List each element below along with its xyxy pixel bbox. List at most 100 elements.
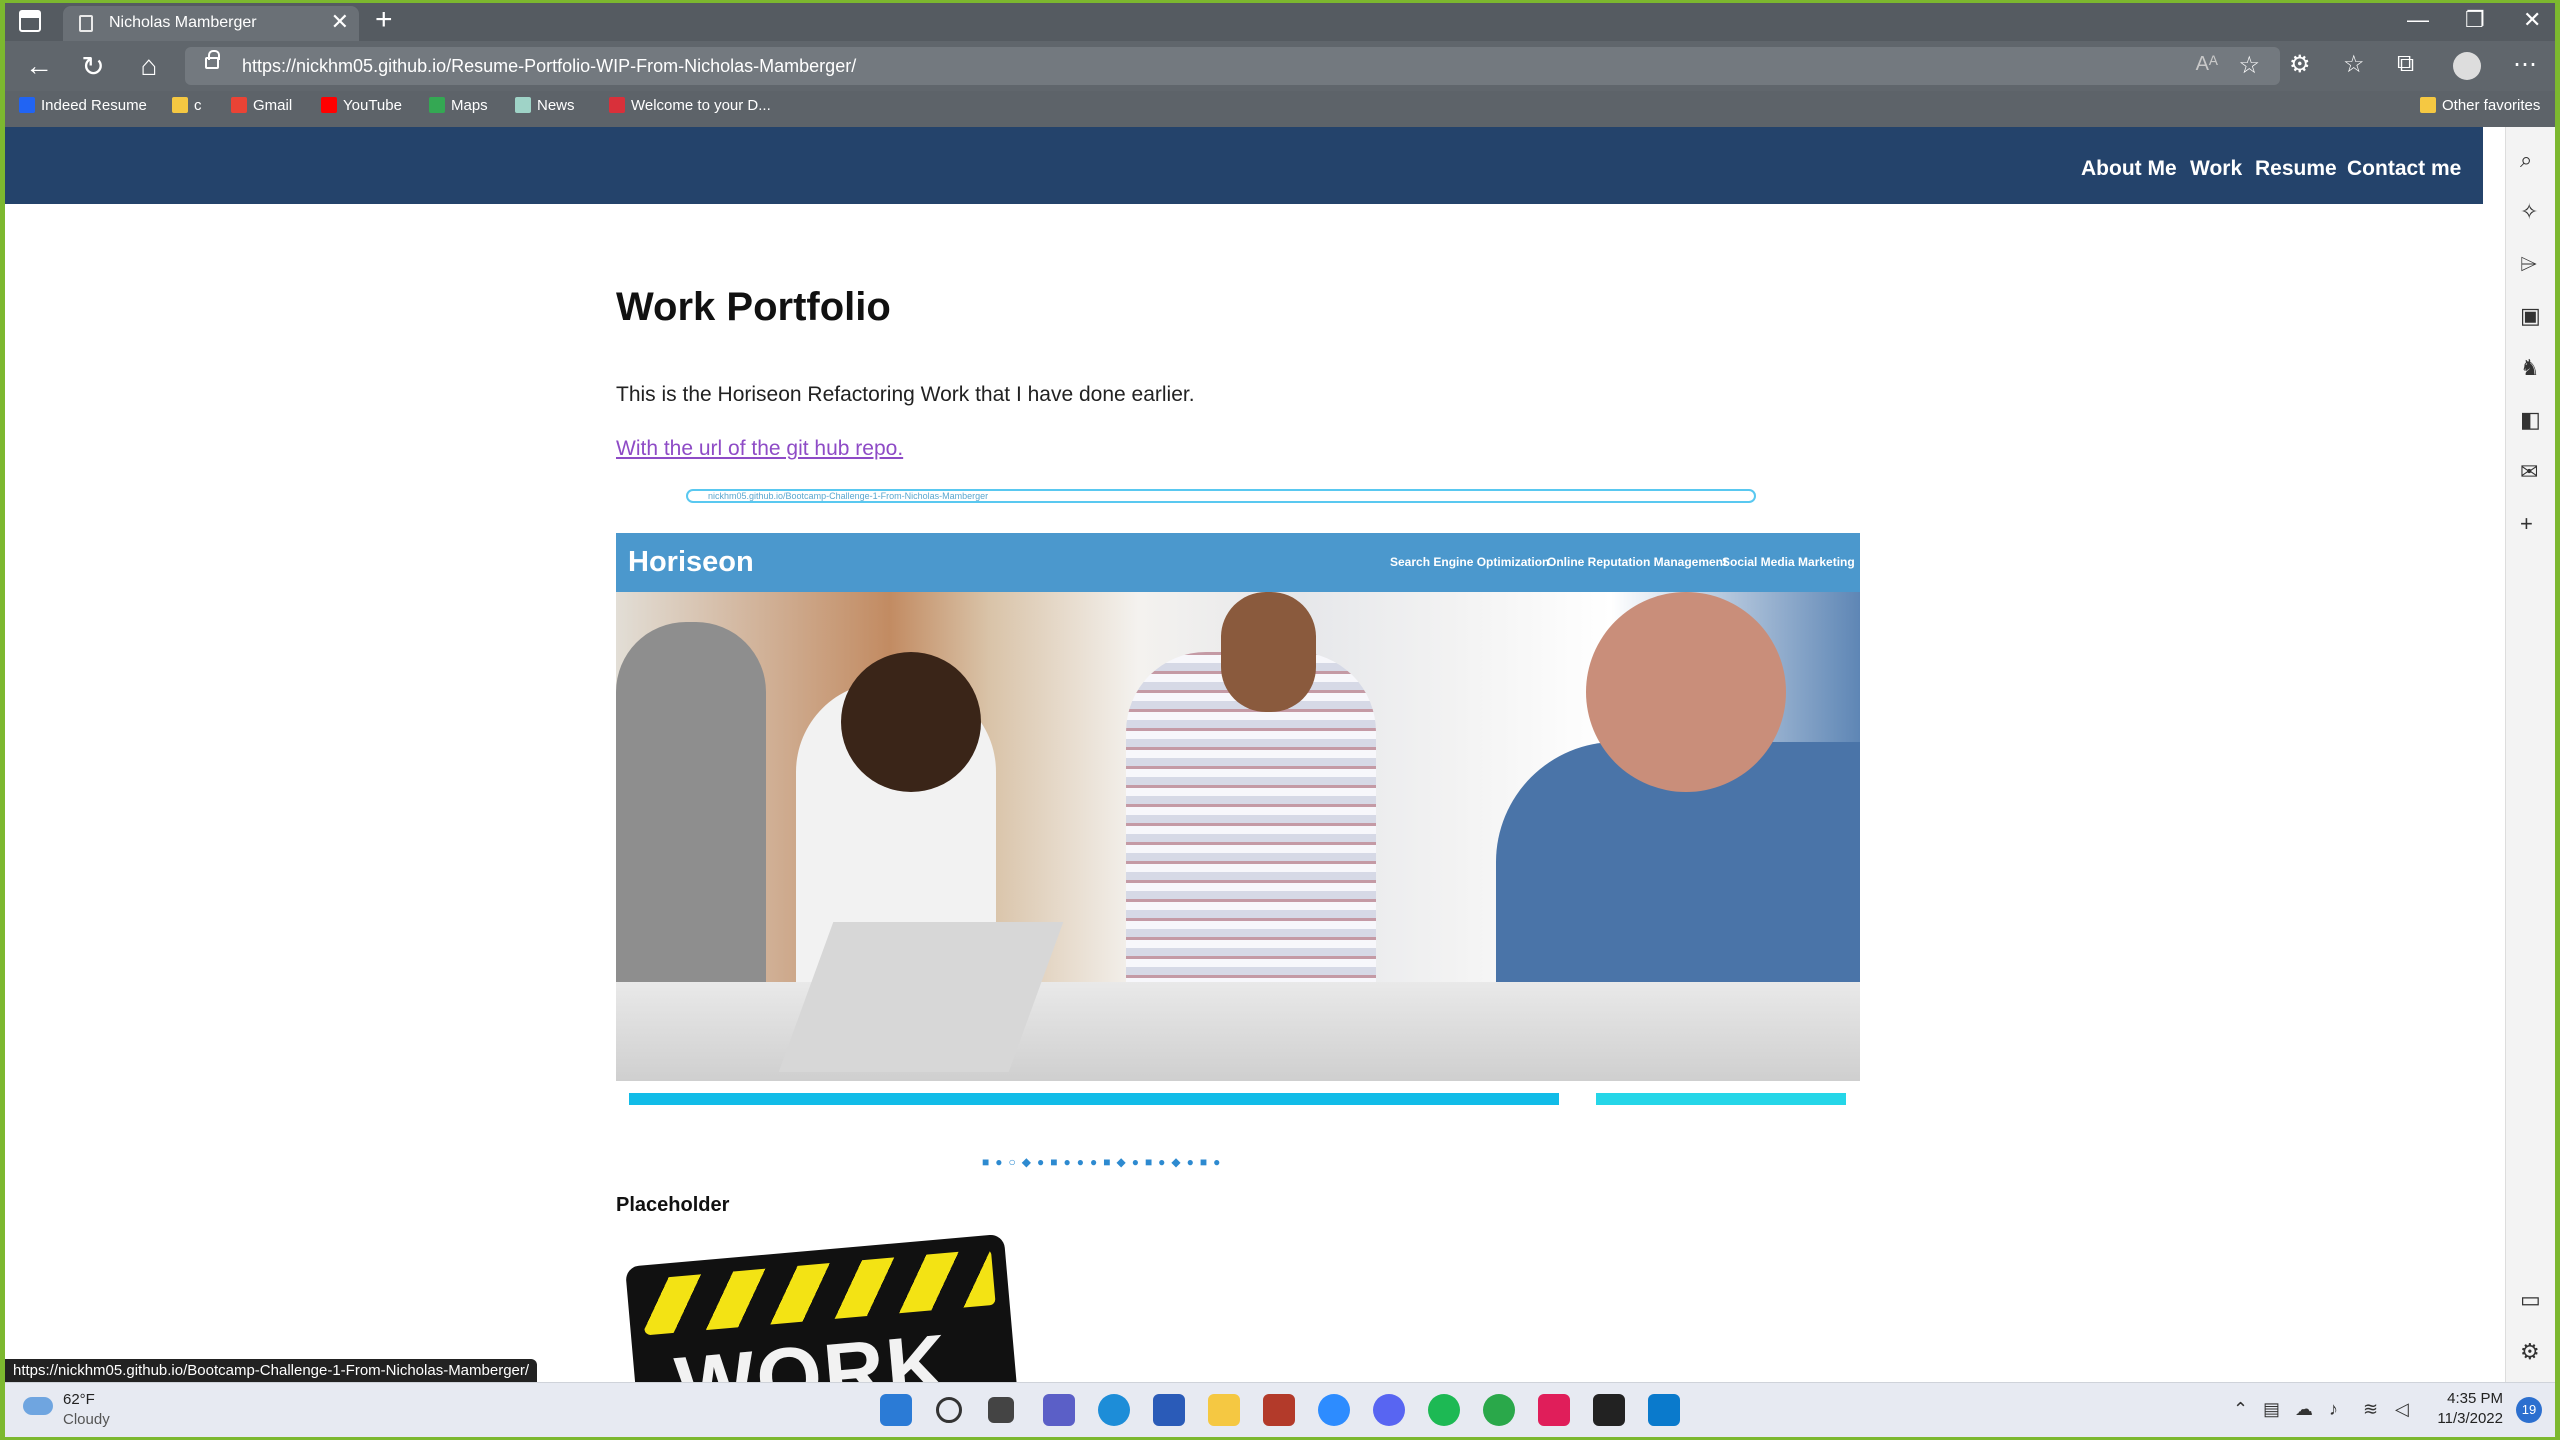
discord-icon[interactable] bbox=[1373, 1394, 1405, 1426]
home-button[interactable]: ⌂ bbox=[131, 50, 167, 82]
refresh-button[interactable]: ↻ bbox=[75, 50, 111, 83]
shopping-tag-icon[interactable]: ⌲ bbox=[2520, 251, 2537, 277]
bookmark-youtube[interactable]: YouTube bbox=[321, 97, 402, 114]
cloud-icon bbox=[23, 1397, 53, 1415]
work-clapboard-image: WORK bbox=[623, 1230, 1023, 1382]
welcome-icon bbox=[609, 97, 625, 113]
onedrive-icon[interactable]: ☁ bbox=[2295, 1399, 2313, 1420]
nav-contact-me[interactable]: Contact me bbox=[2347, 157, 2461, 181]
read-aloud-icon[interactable]: Aᴬ bbox=[2196, 53, 2218, 76]
bookmark-indeed[interactable]: Indeed Resume bbox=[19, 97, 147, 114]
show-hidden-icons[interactable]: ⌃ bbox=[2233, 1399, 2248, 1420]
tab-actions-icon[interactable] bbox=[19, 10, 41, 32]
weather-condition: Cloudy bbox=[63, 1411, 110, 1428]
add-icon[interactable]: + bbox=[2520, 511, 2533, 537]
notification-badge[interactable]: 19 bbox=[2516, 1397, 2542, 1423]
folder-icon bbox=[2420, 97, 2436, 113]
news-icon bbox=[515, 97, 531, 113]
horiseon-menu-item: Social Media Marketing bbox=[1722, 555, 1855, 569]
bookmark-folder-c[interactable]: c bbox=[172, 97, 202, 114]
office-meeting-photo bbox=[616, 592, 1860, 1081]
profile-avatar[interactable] bbox=[2453, 52, 2481, 80]
restore-button[interactable]: ❐ bbox=[2465, 7, 2485, 33]
close-window-button[interactable]: ✕ bbox=[2523, 7, 2541, 33]
url-text[interactable]: https://nickhm05.github.io/Resume-Portfo… bbox=[242, 56, 856, 77]
back-button[interactable]: ← bbox=[21, 50, 57, 82]
site-navbar: About Me Work Resume Contact me bbox=[5, 127, 2483, 204]
collections-icon[interactable]: ⧉ bbox=[2397, 50, 2414, 78]
terminal-icon[interactable] bbox=[1593, 1394, 1625, 1426]
nav-resume[interactable]: Resume bbox=[2255, 157, 2337, 181]
clapboard: WORK bbox=[625, 1233, 1021, 1382]
placeholder-heading: Placeholder bbox=[616, 1194, 730, 1216]
nav-work[interactable]: Work bbox=[2190, 157, 2242, 181]
store-icon[interactable] bbox=[1153, 1394, 1185, 1426]
wifi-icon[interactable]: ≋ bbox=[2363, 1399, 2378, 1420]
favorites-bar: Indeed Resume c Gmail YouTube Maps News … bbox=[5, 91, 2555, 127]
add-favorite-icon[interactable]: ☆ bbox=[2238, 51, 2260, 80]
slack-icon[interactable] bbox=[1538, 1394, 1570, 1426]
bookmark-news[interactable]: News bbox=[515, 97, 575, 114]
page-title: Work Portfolio bbox=[616, 285, 891, 329]
cyan-bar bbox=[1596, 1093, 1846, 1105]
bookmark-other-favorites[interactable]: Other favorites bbox=[2420, 97, 2540, 114]
horiseon-screenshot[interactable]: nickhm05.github.io/Bootcamp-Challenge-1-… bbox=[616, 472, 1860, 1172]
edge-icon[interactable] bbox=[1098, 1394, 1130, 1426]
microphone-icon[interactable]: ♪ bbox=[2329, 1399, 2338, 1420]
web-page: About Me Work Resume Contact me Work Por… bbox=[5, 127, 2505, 1382]
outlook-icon[interactable]: ✉ bbox=[2520, 459, 2538, 485]
nav-about-me[interactable]: About Me bbox=[2081, 157, 2177, 181]
clock-date: 11/3/2022 bbox=[2437, 1410, 2503, 1427]
favorites-icon[interactable]: ☆ bbox=[2343, 50, 2365, 79]
spotify-icon[interactable] bbox=[1428, 1394, 1460, 1426]
windows-taskbar: 62°F Cloudy ⌃ ▤ ☁ ♪ ≋ ◁ 4:35 PM 11/3/202… bbox=[5, 1382, 2555, 1437]
minimize-button[interactable]: — bbox=[2407, 7, 2429, 33]
start-menu-icon[interactable] bbox=[880, 1394, 912, 1426]
repo-link[interactable]: With the url of the git hub repo. bbox=[616, 437, 903, 461]
games-icon[interactable]: ♞ bbox=[2520, 355, 2540, 381]
mini-address-bar: nickhm05.github.io/Bootcamp-Challenge-1-… bbox=[686, 489, 1756, 503]
bookmark-welcome[interactable]: Welcome to your D... bbox=[609, 97, 771, 114]
browser-sidebar: ⌕ ✧ ⌲ ▣ ♞ ◧ ✉ + ▭ ⚙ bbox=[2505, 127, 2555, 1382]
search-icon[interactable]: ⌕ bbox=[2520, 147, 2532, 173]
indeed-icon bbox=[19, 97, 35, 113]
split-screen-icon[interactable]: ▭ bbox=[2520, 1287, 2541, 1313]
folder-icon bbox=[172, 97, 188, 113]
bookmark-gmail[interactable]: Gmail bbox=[231, 97, 292, 114]
more-menu-icon[interactable]: ⋯ bbox=[2513, 50, 2537, 79]
extensions-icon[interactable]: ⚙ bbox=[2289, 50, 2311, 79]
cyan-bar bbox=[629, 1093, 1559, 1105]
teams-chat-icon[interactable] bbox=[1043, 1394, 1075, 1426]
person-standing-head bbox=[1221, 592, 1316, 712]
tools-briefcase-icon[interactable]: ▣ bbox=[2520, 303, 2541, 329]
address-bar[interactable]: https://nickhm05.github.io/Resume-Portfo… bbox=[185, 47, 2280, 85]
status-url: https://nickhm05.github.io/Bootcamp-Chal… bbox=[5, 1359, 538, 1382]
volume-icon[interactable]: ◁ bbox=[2395, 1399, 2409, 1420]
intro-text: This is the Horiseon Refactoring Work th… bbox=[616, 383, 1195, 406]
mini-taskbar-icons: ■●○◆●■●●●■◆●■●◆●■● bbox=[982, 1155, 1227, 1169]
task-view-icon[interactable] bbox=[988, 1397, 1014, 1423]
bookmark-maps[interactable]: Maps bbox=[429, 97, 488, 114]
file-explorer-icon[interactable] bbox=[1208, 1394, 1240, 1426]
search-taskbar-icon[interactable] bbox=[936, 1397, 962, 1423]
discover-icon[interactable]: ✧ bbox=[2520, 199, 2538, 225]
horiseon-menu-item: Search Engine Optimization bbox=[1390, 555, 1550, 569]
maps-icon bbox=[429, 97, 445, 113]
person-left bbox=[616, 622, 766, 1042]
tray-app-icon[interactable]: ▤ bbox=[2263, 1399, 2280, 1420]
office-icon[interactable]: ◧ bbox=[2520, 407, 2541, 433]
zoom-icon[interactable] bbox=[1318, 1394, 1350, 1426]
new-tab-button[interactable]: + bbox=[375, 3, 393, 37]
close-tab-icon[interactable]: ✕ bbox=[331, 9, 349, 35]
person-woman-hair bbox=[841, 652, 981, 792]
browser-tab[interactable]: Nicholas Mamberger ✕ bbox=[63, 6, 359, 41]
horiseon-header: Horiseon Search Engine Optimization Onli… bbox=[616, 533, 1860, 592]
settings-gear-icon[interactable]: ⚙ bbox=[2520, 1339, 2540, 1365]
app-green-icon[interactable] bbox=[1483, 1394, 1515, 1426]
vscode-icon[interactable] bbox=[1648, 1394, 1680, 1426]
horiseon-logo: Horiseon bbox=[628, 546, 754, 578]
system-clock[interactable]: 4:35 PM 11/3/2022 bbox=[2433, 1389, 2503, 1429]
lock-icon bbox=[205, 50, 220, 69]
app-icon[interactable] bbox=[1263, 1394, 1295, 1426]
address-row: ← ↻ ⌂ https://nickhm05.github.io/Resume-… bbox=[5, 41, 2555, 91]
